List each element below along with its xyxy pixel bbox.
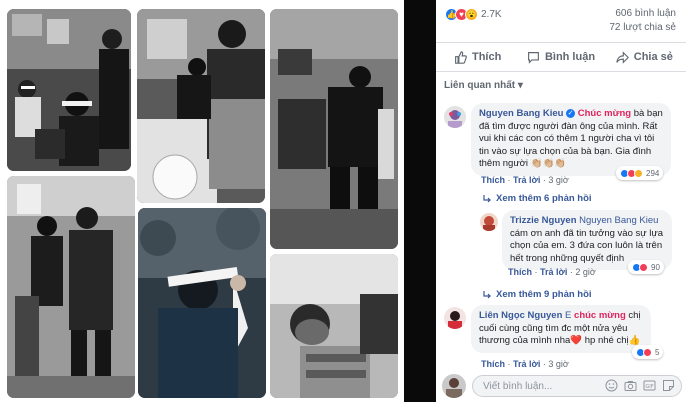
comment-panel: 👍 ♥ 😮 2.7K 606 bình luận 72 lượt chia sẻ… bbox=[436, 0, 686, 402]
camera-icon[interactable] bbox=[624, 379, 637, 392]
reply-arrow-icon bbox=[483, 194, 491, 202]
photo-couple-walking[interactable] bbox=[7, 176, 135, 398]
share-button[interactable]: Chia sẻ bbox=[603, 43, 686, 71]
thumbs-up-icon bbox=[455, 50, 467, 64]
gif-icon[interactable]: GIF bbox=[643, 379, 656, 392]
comment-count[interactable]: 606 bình luận bbox=[615, 8, 676, 19]
comment-bubble: Nguyen Bang Kieu ✓ Chúc mừng bà bạn đã t… bbox=[471, 103, 671, 176]
share-count[interactable]: 72 lượt chia sẻ bbox=[609, 22, 676, 33]
photo-child-on-pillow[interactable] bbox=[270, 254, 398, 398]
view-more-replies[interactable]: Xem thêm 6 phản hồi bbox=[482, 193, 592, 204]
comment-reactions[interactable]: 5 bbox=[632, 345, 664, 359]
avatar[interactable] bbox=[480, 213, 498, 231]
comment-time[interactable]: 2 giờ bbox=[575, 267, 595, 277]
reply-item: Trizzie Nguyen Nguyen Bang Kieu cám ơn a… bbox=[442, 208, 680, 284]
comment-like-link[interactable]: Thích bbox=[481, 359, 505, 369]
comment-author[interactable]: Trizzie Nguyen bbox=[510, 215, 577, 226]
comment-bubble: Liên Ngọc Nguyen E chúc mừng chị cuối cù… bbox=[471, 305, 651, 353]
comment-reply-link[interactable]: Trả lời bbox=[540, 267, 567, 277]
post-stats: 👍 ♥ 😮 2.7K 606 bình luận 72 lượt chia sẻ bbox=[436, 0, 686, 40]
comment-input-placeholder: Viết bình luận... bbox=[483, 381, 553, 392]
caret-down-icon: ▾ bbox=[517, 80, 523, 91]
highlight-text: chúc mừng bbox=[574, 310, 626, 321]
mention-tag[interactable]: Nguyen Bang Kieu bbox=[579, 215, 658, 226]
comment-time[interactable]: 3 giờ bbox=[548, 175, 568, 185]
comment-author[interactable]: Liên Ngọc Nguyen bbox=[479, 310, 562, 321]
highlight-text: Chúc mừng bbox=[577, 108, 632, 119]
post-action-bar: Thích Bình luận Chia sẻ bbox=[436, 42, 686, 72]
composer-tools: GIF bbox=[605, 379, 675, 392]
comment-item: Nguyen Bang Kieu ✓ Chúc mừng bà bạn đã t… bbox=[442, 100, 680, 196]
photo-collage[interactable] bbox=[0, 0, 404, 402]
wow-reaction-icon: 😮 bbox=[465, 8, 478, 21]
mention-tag[interactable]: E bbox=[565, 310, 571, 321]
sad-reaction-icon bbox=[634, 168, 643, 178]
avatar[interactable] bbox=[444, 106, 466, 128]
comment-reactions[interactable]: 90 bbox=[628, 260, 664, 274]
comment-reactions[interactable]: 294 bbox=[616, 166, 664, 180]
comment-composer: Viết bình luận... GIF bbox=[442, 374, 682, 398]
comment-text: cám ơn anh đã tin tưởng vào sự lựa chọn … bbox=[510, 227, 664, 264]
reply-arrow-icon bbox=[483, 290, 491, 298]
reaction-summary[interactable]: 👍 ♥ 😮 2.7K bbox=[445, 8, 502, 21]
comment-reply-link[interactable]: Trả lời bbox=[513, 359, 540, 369]
comment-like-link[interactable]: Thích bbox=[508, 267, 532, 277]
avatar[interactable] bbox=[444, 307, 466, 329]
comment-time[interactable]: 3 giờ bbox=[548, 359, 568, 369]
love-reaction-icon bbox=[643, 347, 652, 357]
comment-input[interactable]: Viết bình luận... GIF bbox=[472, 375, 682, 397]
comment-meta: Thích · Trả lời · 3 giờ bbox=[481, 175, 569, 185]
comment-button[interactable]: Bình luận bbox=[519, 43, 602, 71]
emoji-icon[interactable] bbox=[605, 379, 618, 392]
comment-item: Liên Ngọc Nguyen E chúc mừng chị cuối cù… bbox=[442, 303, 680, 373]
photo-kitchen-plate[interactable] bbox=[137, 9, 265, 203]
verified-badge-icon: ✓ bbox=[566, 108, 576, 118]
view-more-replies[interactable]: Xem thêm 9 phản hồi bbox=[482, 289, 592, 300]
comment-reply-link[interactable]: Trả lời bbox=[513, 175, 540, 185]
current-user-avatar[interactable] bbox=[442, 374, 466, 398]
sticker-icon[interactable] bbox=[662, 379, 675, 392]
svg-text:GIF: GIF bbox=[645, 384, 653, 390]
reaction-count: 2.7K bbox=[481, 9, 502, 20]
comment-author[interactable]: Nguyen Bang Kieu bbox=[479, 108, 563, 119]
love-reaction-icon bbox=[639, 262, 648, 272]
photo-man-in-suit[interactable] bbox=[270, 9, 398, 249]
photo-blindfold-outdoor[interactable] bbox=[138, 208, 266, 398]
comment-meta: Thích · Trả lời · 3 giờ bbox=[481, 359, 569, 369]
photo-blindfold-living-room[interactable] bbox=[7, 9, 131, 171]
share-arrow-icon bbox=[616, 50, 629, 64]
comment-sort-dropdown[interactable]: Liên quan nhất ▾ bbox=[444, 80, 523, 91]
comment-like-link[interactable]: Thích bbox=[481, 175, 505, 185]
like-button[interactable]: Thích bbox=[436, 43, 519, 71]
comment-meta: Thích · Trả lời · 2 giờ bbox=[508, 267, 596, 277]
facebook-post-viewer: 👍 ♥ 😮 2.7K 606 bình luận 72 lượt chia sẻ… bbox=[0, 0, 686, 402]
comment-icon bbox=[527, 51, 539, 64]
